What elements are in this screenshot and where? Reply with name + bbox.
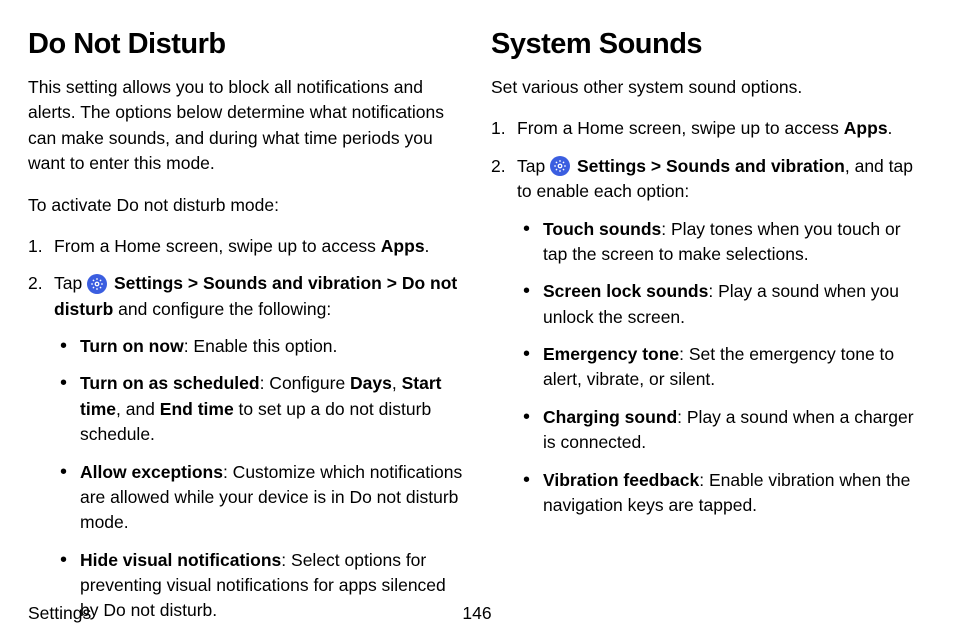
left-column: Do Not Disturb This setting allows you t…: [28, 28, 463, 636]
opt-vibration-feedback: Vibration feedback: Enable vibration whe…: [517, 468, 926, 519]
opt-title: Charging sound: [543, 407, 677, 427]
text: and configure the following:: [113, 299, 331, 319]
footer-page-number: 146: [28, 603, 926, 624]
opt-touch-sounds: Touch sounds: Play tones when you touch …: [517, 217, 926, 268]
settings-label: Settings: [577, 156, 646, 176]
dnd-heading: Do Not Disturb: [28, 28, 463, 61]
settings-icon: [550, 156, 570, 176]
system-sound-options: Touch sounds: Play tones when you touch …: [517, 217, 926, 519]
text: .: [888, 118, 893, 138]
opt-title: Screen lock sounds: [543, 281, 708, 301]
footer-section-label: Settings: [28, 603, 91, 624]
page-footer: Settings 146: [28, 603, 926, 624]
right-column: System Sounds Set various other system s…: [491, 28, 926, 636]
opt-emergency-tone: Emergency tone: Set the emergency tone t…: [517, 342, 926, 393]
opt-title: Hide visual notifications: [80, 550, 281, 570]
text: Tap: [54, 273, 87, 293]
sep: >: [183, 273, 203, 293]
sounds-vibration-label: Sounds and vibration: [203, 273, 382, 293]
dnd-options: Turn on now: Enable this option. Turn on…: [54, 334, 463, 624]
text: : Configure: [260, 373, 350, 393]
system-sounds-heading: System Sounds: [491, 28, 926, 61]
opt-charging-sound: Charging sound: Play a sound when a char…: [517, 405, 926, 456]
system-sounds-intro: Set various other system sound options.: [491, 75, 926, 100]
text: .: [425, 236, 430, 256]
settings-label: Settings: [114, 273, 183, 293]
ss-step-1: From a Home screen, swipe up to access A…: [491, 116, 926, 141]
opt-title: Allow exceptions: [80, 462, 223, 482]
text: From a Home screen, swipe up to access: [54, 236, 381, 256]
ss-step-2: Tap Settings > Sounds and vibration, and…: [491, 154, 926, 519]
sep: >: [646, 156, 666, 176]
page-content: Do Not Disturb This setting allows you t…: [0, 0, 954, 636]
opt-title: Vibration feedback: [543, 470, 699, 490]
sep: >: [382, 273, 402, 293]
dnd-intro: This setting allows you to block all not…: [28, 75, 463, 177]
text: Tap: [517, 156, 550, 176]
apps-label: Apps: [381, 236, 425, 256]
opt-title: Turn on now: [80, 336, 184, 356]
system-sounds-steps: From a Home screen, swipe up to access A…: [491, 116, 926, 518]
text: ,: [392, 373, 402, 393]
opt-desc: : Enable this option.: [184, 336, 338, 356]
opt-title: Turn on as scheduled: [80, 373, 260, 393]
days-label: Days: [350, 373, 392, 393]
dnd-step-1: From a Home screen, swipe up to access A…: [28, 234, 463, 259]
opt-turn-on-scheduled: Turn on as scheduled: Configure Days, St…: [54, 371, 463, 447]
opt-title: Touch sounds: [543, 219, 661, 239]
apps-label: Apps: [844, 118, 888, 138]
dnd-activate-label: To activate Do not disturb mode:: [28, 193, 463, 218]
sounds-vibration-label: Sounds and vibration: [666, 156, 845, 176]
text: From a Home screen, swipe up to access: [517, 118, 844, 138]
dnd-steps: From a Home screen, swipe up to access A…: [28, 234, 463, 624]
opt-turn-on-now: Turn on now: Enable this option.: [54, 334, 463, 359]
settings-icon: [87, 274, 107, 294]
opt-title: Emergency tone: [543, 344, 679, 364]
dnd-step-2: Tap Settings > Sounds and vibration > Do…: [28, 271, 463, 624]
end-time-label: End time: [160, 399, 234, 419]
opt-screen-lock-sounds: Screen lock sounds: Play a sound when yo…: [517, 279, 926, 330]
opt-allow-exceptions: Allow exceptions: Customize which notifi…: [54, 460, 463, 536]
text: , and: [116, 399, 160, 419]
